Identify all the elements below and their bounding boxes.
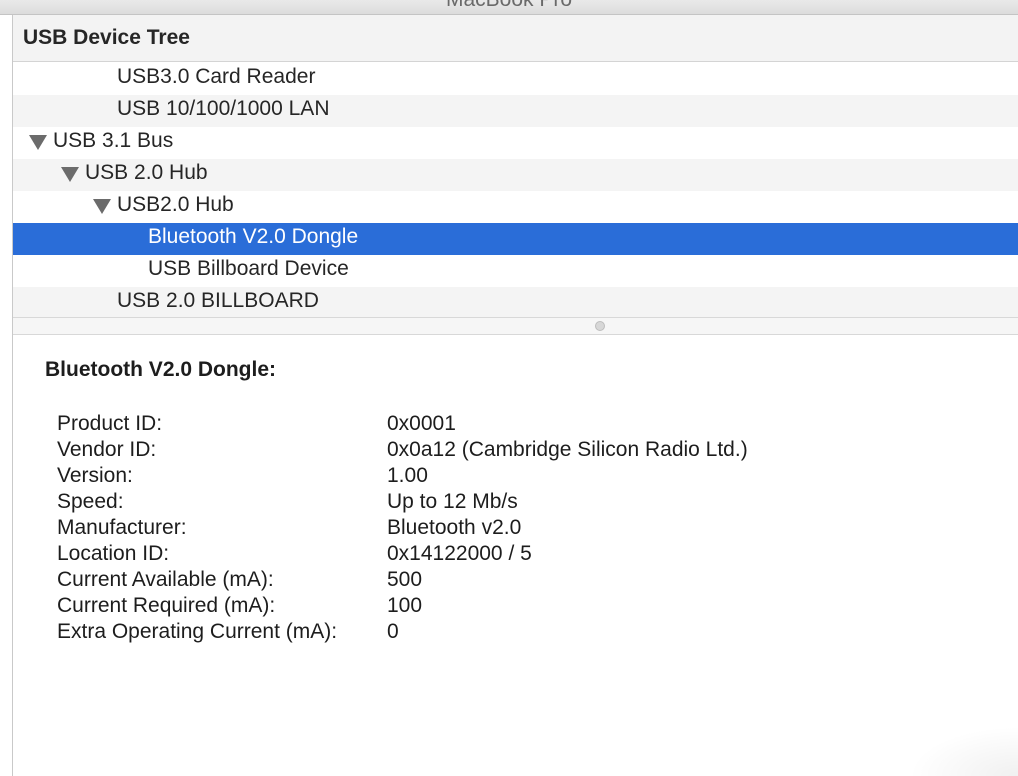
tree-row[interactable]: USB3.0 Card Reader xyxy=(13,63,1018,95)
property-key: Location ID: xyxy=(57,542,170,565)
tree-row-label: USB Billboard Device xyxy=(148,257,349,280)
usb-device-tree[interactable]: USB3.0 Card Reader USB 10/100/1000 LAN USB… xyxy=(13,63,1018,319)
tree-header[interactable]: USB Device Tree xyxy=(13,15,1018,62)
tree-row[interactable]: USB 3.1 Bus xyxy=(13,127,1018,159)
property-key: Version: xyxy=(57,464,133,487)
tree-row-label: USB2.0 Hub xyxy=(117,193,234,216)
property-value: 500 xyxy=(387,568,423,591)
property-value: Bluetooth v2.0 xyxy=(387,516,522,539)
window-corner-shadow xyxy=(908,726,1018,776)
tree-row[interactable]: USB 10/100/1000 LAN xyxy=(13,95,1018,127)
property-key: Extra Operating Current (mA): xyxy=(57,620,338,643)
property-key: Current Available (mA): xyxy=(57,568,274,591)
disclosure-triangle-icon[interactable] xyxy=(29,135,47,150)
property-key: Manufacturer: xyxy=(57,516,187,539)
property-value: Up to 12 Mb/s xyxy=(387,490,518,513)
property-value: 1.00 xyxy=(387,464,428,487)
property-key: Product ID: xyxy=(57,412,163,435)
property-key: Vendor ID: xyxy=(57,438,157,461)
tree-row-label: USB 2.0 Hub xyxy=(85,161,208,184)
tree-row-label: USB 10/100/1000 LAN xyxy=(117,97,330,120)
property-value: 0x14122000 / 5 xyxy=(387,542,532,565)
tree-row-label: USB 3.1 Bus xyxy=(53,129,174,152)
tree-row[interactable]: USB 2.0 Hub xyxy=(13,159,1018,191)
property-value: 100 xyxy=(387,594,423,617)
system-information-window: MacBook Pro USB Device Tree USB3.0 Card … xyxy=(0,0,1018,776)
property-value: 0 xyxy=(387,620,399,643)
tree-row-label: USB3.0 Card Reader xyxy=(117,65,316,88)
property-key: Speed: xyxy=(57,490,124,513)
device-detail-pane: Bluetooth V2.0 Dongle: Product ID: 0x0001… xyxy=(13,335,1018,776)
tree-header-label: USB Device Tree xyxy=(23,26,190,49)
tree-row[interactable]: USB2.0 Hub xyxy=(13,191,1018,223)
split-view-divider[interactable] xyxy=(13,317,1018,335)
disclosure-triangle-icon[interactable] xyxy=(93,199,111,214)
splitter-handle-icon[interactable] xyxy=(595,321,605,331)
property-value: 0x0a12 (Cambridge Silicon Radio Ltd.) xyxy=(387,438,748,461)
tree-row[interactable]: USB 2.0 BILLBOARD xyxy=(13,287,1018,319)
window-title: MacBook Pro xyxy=(0,0,1018,12)
title-bar[interactable]: MacBook Pro xyxy=(0,0,1018,15)
tree-row[interactable]: USB Billboard Device xyxy=(13,255,1018,287)
device-detail-title: Bluetooth V2.0 Dongle: xyxy=(45,358,276,381)
property-value: 0x0001 xyxy=(387,412,456,435)
tree-row[interactable]: Bluetooth V2.0 Dongle xyxy=(13,223,1018,255)
disclosure-triangle-icon[interactable] xyxy=(61,167,79,182)
tree-row-label: USB 2.0 BILLBOARD xyxy=(117,289,319,312)
property-key: Current Required (mA): xyxy=(57,594,276,617)
tree-row-label: Bluetooth V2.0 Dongle xyxy=(148,225,359,248)
